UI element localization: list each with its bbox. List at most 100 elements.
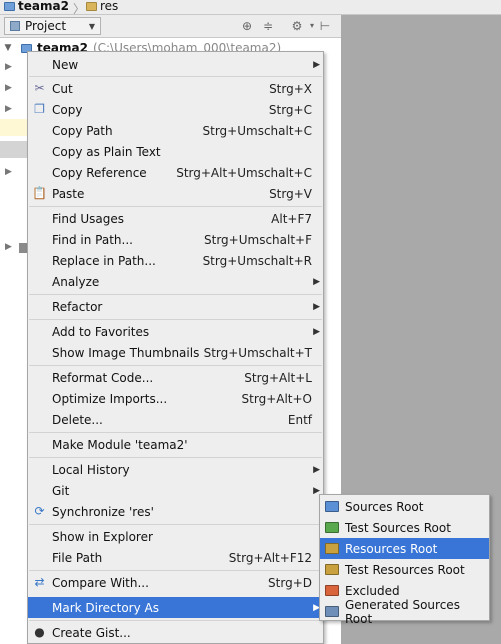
menu-separator bbox=[29, 457, 322, 458]
menu-separator bbox=[29, 524, 322, 525]
menu-item-copy[interactable]: ❐ Copy Strg+C bbox=[28, 99, 323, 120]
menu-separator bbox=[29, 294, 322, 295]
submenu-item-label: Sources Root bbox=[345, 499, 424, 514]
submenu-arrow-icon: ▶ bbox=[313, 276, 320, 287]
menu-item-find-usages[interactable]: Find Usages Alt+F7 bbox=[28, 208, 323, 229]
project-panel-header: Project ▼ ⊕ ≑ ⚙ ▾ ⊢ bbox=[0, 15, 341, 38]
project-view-label: Project bbox=[25, 19, 67, 33]
menu-separator bbox=[29, 365, 322, 366]
submenu-item-test-resources-root[interactable]: Test Resources Root bbox=[320, 559, 489, 580]
menu-item-show-image-thumbnails[interactable]: Show Image Thumbnails Strg+Umschalt+T bbox=[28, 342, 323, 363]
menu-separator bbox=[29, 206, 322, 207]
submenu-arrow-icon: ▶ bbox=[313, 59, 320, 70]
menu-item-label: Copy as Plain Text bbox=[52, 144, 161, 159]
expand-arrow-icon[interactable]: ▼ bbox=[1, 43, 15, 53]
menu-item-shortcut: Strg+Alt+F12 bbox=[228, 550, 312, 565]
menu-item-shortcut: Strg+C bbox=[268, 102, 312, 117]
menu-item-shortcut: Strg+X bbox=[269, 81, 312, 96]
expand-arrow-icon[interactable]: ▶ bbox=[5, 242, 12, 252]
menu-item-analyze[interactable]: Analyze ▶ bbox=[28, 271, 323, 292]
menu-item-delete[interactable]: Delete... Entf bbox=[28, 409, 323, 430]
menu-item-paste[interactable]: 📋 Paste Strg+V bbox=[28, 183, 323, 204]
submenu-item-test-sources-root[interactable]: Test Sources Root bbox=[320, 517, 489, 538]
tree-row-highlight bbox=[0, 119, 28, 136]
menu-item-label: Find in Path... bbox=[52, 232, 133, 247]
collapse-icon[interactable]: ≑ bbox=[261, 19, 275, 33]
menu-item-shortcut: Strg+V bbox=[269, 186, 312, 201]
target-icon[interactable]: ⊕ bbox=[240, 19, 254, 33]
menu-item-label: Synchronize 'res' bbox=[52, 504, 154, 519]
menu-item-shortcut: Strg+Umschalt+R bbox=[202, 253, 312, 268]
submenu-item-generated-sources-root[interactable]: Generated Sources Root bbox=[320, 598, 489, 626]
folder-icon bbox=[325, 543, 339, 554]
mark-directory-submenu: Sources Root Test Sources Root Resources R… bbox=[319, 494, 490, 626]
module-folder-icon bbox=[4, 1, 15, 11]
expand-arrow-icon[interactable]: ▶ bbox=[5, 62, 12, 72]
menu-item-label: New bbox=[52, 57, 79, 72]
menu-item-file-path[interactable]: File Path Strg+Alt+F12 bbox=[28, 547, 323, 568]
menu-item-cut[interactable]: ✂ Cut Strg+X bbox=[28, 78, 323, 99]
sync-icon: ⟳ bbox=[34, 504, 45, 518]
menu-item-label: Git bbox=[52, 483, 70, 498]
compare-icon: ⇄ bbox=[34, 575, 45, 589]
menu-item-label: Copy Path bbox=[52, 123, 113, 138]
submenu-item-label: Test Sources Root bbox=[345, 520, 451, 535]
project-view-icon bbox=[10, 21, 20, 31]
folder-icon bbox=[86, 1, 97, 11]
menu-item-show-in-explorer[interactable]: Show in Explorer bbox=[28, 526, 323, 547]
chevron-down-icon: ▼ bbox=[88, 22, 95, 31]
menu-item-label: File Path bbox=[52, 550, 103, 565]
paste-icon: 📋 bbox=[32, 186, 47, 200]
menu-item-label: Replace in Path... bbox=[52, 253, 156, 268]
menu-item-label: Show Image Thumbnails bbox=[52, 345, 200, 360]
menu-item-label: Refactor bbox=[52, 299, 103, 314]
expand-arrow-icon[interactable]: ▶ bbox=[5, 83, 12, 93]
menu-item-copy-as-plain-text[interactable]: Copy as Plain Text bbox=[28, 141, 323, 162]
menu-item-reformat-code[interactable]: Reformat Code... Strg+Alt+L bbox=[28, 367, 323, 388]
breadcrumb-project[interactable]: teama2 bbox=[4, 0, 69, 13]
menu-item-refactor[interactable]: Refactor ▶ bbox=[28, 296, 323, 317]
menu-item-copy-reference[interactable]: Copy Reference Strg+Alt+Umschalt+C bbox=[28, 162, 323, 183]
folder-icon bbox=[325, 501, 339, 512]
breadcrumb-folder-label: res bbox=[100, 0, 119, 13]
menu-item-label: Reformat Code... bbox=[52, 370, 154, 385]
menu-item-compare-with[interactable]: ⇄ Compare With... Strg+D bbox=[28, 572, 323, 593]
menu-item-create-gist[interactable]: ● Create Gist... bbox=[28, 622, 323, 643]
copy-icon: ❐ bbox=[34, 102, 45, 116]
pin-icon[interactable]: ⊢ bbox=[318, 19, 332, 33]
submenu-item-sources-root[interactable]: Sources Root bbox=[320, 496, 489, 517]
breadcrumb-project-label: teama2 bbox=[18, 0, 69, 13]
submenu-item-label: Excluded bbox=[345, 583, 400, 598]
menu-item-replace-in-path[interactable]: Replace in Path... Strg+Umschalt+R bbox=[28, 250, 323, 271]
menu-item-label: Paste bbox=[52, 186, 85, 201]
menu-separator bbox=[29, 432, 322, 433]
menu-item-local-history[interactable]: Local History ▶ bbox=[28, 459, 323, 480]
menu-item-label: Show in Explorer bbox=[52, 529, 153, 544]
submenu-item-resources-root[interactable]: Resources Root bbox=[320, 538, 489, 559]
settings-icon[interactable]: ⚙ bbox=[290, 19, 304, 33]
menu-item-make-module-teama2[interactable]: Make Module 'teama2' bbox=[28, 434, 323, 455]
menu-item-label: Analyze bbox=[52, 274, 100, 289]
menu-item-mark-directory-as[interactable]: Mark Directory As ▶ bbox=[28, 597, 323, 618]
menu-item-optimize-imports[interactable]: Optimize Imports... Strg+Alt+O bbox=[28, 388, 323, 409]
menu-item-new[interactable]: New ▶ bbox=[28, 54, 323, 75]
menu-item-git[interactable]: Git ▶ bbox=[28, 480, 323, 501]
breadcrumb: teama2 〉 res bbox=[0, 0, 501, 16]
menu-item-find-in-path[interactable]: Find in Path... Strg+Umschalt+F bbox=[28, 229, 323, 250]
menu-item-label: Local History bbox=[52, 462, 130, 477]
expand-arrow-icon[interactable]: ▶ bbox=[5, 167, 12, 177]
menu-item-shortcut: Strg+Umschalt+F bbox=[204, 232, 312, 247]
menu-item-add-to-favorites[interactable]: Add to Favorites ▶ bbox=[28, 321, 323, 342]
folder-icon bbox=[325, 606, 339, 617]
menu-item-synchronize-res[interactable]: ⟳ Synchronize 'res' bbox=[28, 501, 323, 522]
menu-item-copy-path[interactable]: Copy Path Strg+Umschalt+C bbox=[28, 120, 323, 141]
submenu-item-label: Generated Sources Root bbox=[345, 597, 460, 626]
settings-dropdown-icon[interactable]: ▾ bbox=[305, 19, 319, 33]
expand-arrow-icon[interactable]: ▶ bbox=[5, 104, 12, 114]
menu-item-label: Find Usages bbox=[52, 211, 125, 226]
breadcrumb-folder[interactable]: res bbox=[86, 0, 118, 13]
project-view-selector[interactable]: Project ▼ bbox=[4, 17, 101, 35]
folder-icon bbox=[325, 585, 339, 596]
menu-item-label: Mark Directory As bbox=[52, 600, 159, 615]
menu-item-shortcut: Strg+D bbox=[268, 575, 312, 590]
